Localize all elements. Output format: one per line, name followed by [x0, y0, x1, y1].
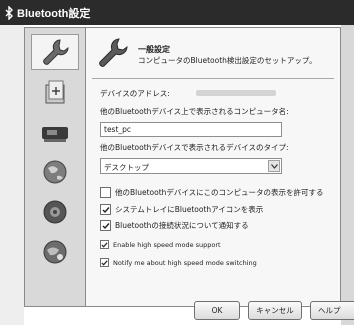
high-speed-support-checkbox[interactable]: Enable high speed mode support — [100, 240, 221, 249]
computer-name-input[interactable]: test_pc — [100, 122, 282, 137]
bluetooth-icon — [5, 5, 13, 20]
high-speed-notify-checkbox[interactable]: Notify me about high speed mode switchin… — [100, 258, 257, 267]
header-divider — [92, 78, 334, 79]
title-bar: Bluetooth設定 — [0, 0, 354, 25]
window-edge — [341, 25, 354, 325]
notify-connection-label: Bluetoothの接続状況について通知する — [115, 221, 249, 230]
checkmark-icon — [102, 222, 110, 229]
section-title: 一般設定 — [138, 45, 170, 54]
tab-dialup[interactable] — [31, 234, 79, 270]
device-type-label: 他のBluetoothデバイスで表示されるデバイスのタイプ: — [100, 143, 289, 152]
settings-panel: 一般設定 コンピュータのBluetooth検出設定のセットアップ。 デバイスのア… — [86, 27, 341, 307]
show-tray-icon-checkbox[interactable]: システムトレイにBluetoothアイコンを表示 — [100, 204, 263, 215]
folder-transfer-icon — [45, 80, 65, 104]
checkbox-box[interactable] — [100, 220, 111, 231]
device-type-select[interactable]: デスクトップ — [100, 158, 282, 174]
checkmark-icon — [101, 259, 108, 266]
tab-audio[interactable] — [31, 194, 79, 230]
globe-dialup-icon — [43, 240, 67, 264]
notify-connection-checkbox[interactable]: Bluetoothの接続状況について通知する — [100, 220, 249, 231]
tab-network[interactable] — [31, 154, 79, 190]
show-tray-icon-label: システムトレイにBluetoothアイコンを表示 — [115, 205, 264, 214]
section-subtitle: コンピュータのBluetooth検出設定のセットアップ。 — [138, 56, 317, 65]
checkbox-box[interactable] — [100, 258, 109, 267]
high-speed-support-label: Enable high speed mode support — [113, 240, 221, 249]
device-address-label: デバイスのアドレス: — [100, 89, 170, 98]
tab-general[interactable] — [31, 34, 79, 70]
checkbox-box[interactable] — [100, 187, 111, 198]
cancel-button[interactable]: キャンセル — [248, 301, 302, 320]
allow-discovery-checkbox[interactable]: 他のBluetoothデバイスにこのコンピュータの表示を許可する — [100, 187, 324, 198]
speaker-icon — [43, 200, 67, 224]
allow-discovery-label: 他のBluetoothデバイスにこのコンピュータの表示を許可する — [115, 188, 324, 197]
ok-button[interactable]: OK — [194, 301, 240, 320]
computer-name-label: 他のBluetoothデバイス上で表示されるコンピュータ名: — [100, 107, 289, 116]
globe-network-icon — [43, 160, 67, 184]
chevron-down-icon[interactable] — [268, 160, 280, 172]
wrench-icon — [43, 39, 69, 65]
device-address-value — [196, 90, 276, 96]
tab-file-transfer[interactable] — [31, 74, 79, 110]
checkbox-box[interactable] — [100, 204, 111, 215]
high-speed-notify-label: Notify me about high speed mode switchin… — [113, 258, 257, 267]
window-margin — [0, 25, 24, 325]
tab-hardware[interactable] — [31, 114, 79, 150]
checkmark-icon — [102, 206, 110, 213]
hardware-device-icon — [42, 127, 68, 142]
checkmark-icon — [101, 241, 108, 248]
sidebar-tabs — [24, 27, 86, 307]
device-type-value: デスクトップ — [104, 163, 149, 172]
window-title: Bluetooth設定 — [17, 7, 91, 20]
checkbox-box[interactable] — [100, 240, 109, 249]
header-wrench-icon — [99, 38, 128, 67]
help-button[interactable]: ヘルプ — [310, 301, 354, 320]
